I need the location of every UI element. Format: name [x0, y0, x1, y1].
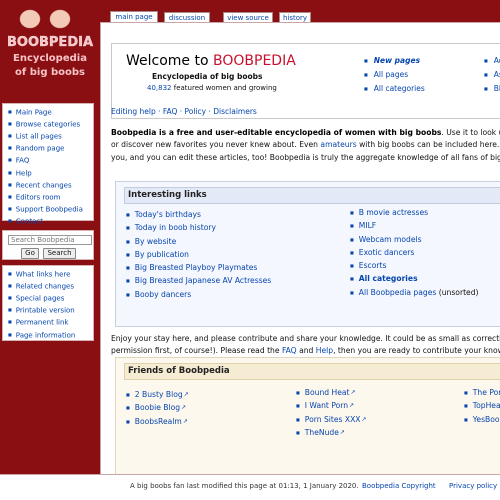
link-by-publication[interactable]: By publication	[126, 249, 271, 262]
tool-what-links-here[interactable]: What links here	[8, 269, 93, 281]
link-milf[interactable]: MILF	[350, 220, 479, 233]
site-logo[interactable]: BOOBPEDIA Encyclopedia of big boobs	[0, 6, 100, 86]
link-playboy-playmates[interactable]: Big Breasted Playboy Playmates	[126, 262, 271, 275]
search-button[interactable]: Search	[43, 248, 76, 259]
help-link[interactable]: Help	[316, 346, 333, 355]
link-thenude[interactable]: TheNude	[296, 427, 367, 440]
link-2-busty-blog[interactable]: 2 Busty Blog	[126, 389, 189, 402]
logo-line3: of big boobs	[15, 67, 85, 78]
intro-bold: Boobpedia is a free and user-editable en…	[111, 128, 442, 137]
page-footer: A big boobs fan last modified this page …	[0, 474, 500, 500]
tool-permanent-link[interactable]: Permanent link	[8, 317, 93, 329]
link-boobsrealm[interactable]: BoobsRealm	[126, 416, 189, 429]
faq-link[interactable]: FAQ	[282, 346, 297, 355]
intro-paragraph: Boobpedia is a free and user-editable en…	[111, 128, 500, 162]
link-new-pages[interactable]: New pages	[364, 56, 420, 65]
link-the-por[interactable]: The Por	[464, 387, 500, 400]
link-bbw[interactable]: BBW	[484, 84, 500, 93]
link-by-website[interactable]: By website	[126, 236, 271, 249]
link-porn-sites-xxx[interactable]: Porn Sites XXX	[296, 414, 367, 427]
logo-line1: BOOBPEDIA	[7, 35, 93, 50]
sidebar-item-editors-room[interactable]: Editors room	[8, 192, 93, 204]
copyright-link[interactable]: Boobpedia Copyright	[362, 482, 436, 490]
last-modified: A big boobs fan last modified this page …	[130, 482, 359, 490]
link-japanese-av[interactable]: Big Breasted Japanese AV Actresses	[126, 275, 271, 288]
interesting-links-title: Interesting links	[124, 187, 500, 204]
sidebar-item-main-page[interactable]: Main Page	[8, 107, 93, 119]
sidebar-item-help[interactable]: Help	[8, 168, 93, 180]
link-all-categories[interactable]: All categories	[364, 84, 425, 93]
welcome-subtitle: Encyclopedia of big boobs	[152, 72, 263, 81]
contribute-paragraph: Enjoy your stay here, and please contrib…	[111, 334, 500, 356]
sidebar-item-browse-categories[interactable]: Browse categories	[8, 119, 93, 131]
go-button[interactable]: Go	[21, 248, 39, 259]
interesting-links-box: Interesting links Today's birthdays Toda…	[115, 181, 500, 327]
link-booby-dancers[interactable]: Booby dancers	[126, 289, 271, 302]
sidebar-item-random-page[interactable]: Random page	[8, 143, 93, 155]
sidebar-item-recent-changes[interactable]: Recent changes	[8, 180, 93, 192]
link-webcam-models[interactable]: Webcam models	[350, 234, 479, 247]
link-all-pages[interactable]: All pages	[364, 70, 408, 79]
article-count-number[interactable]: 40,832	[147, 84, 172, 92]
welcome-title: Welcome to BOOBPEDIA	[126, 53, 296, 69]
privacy-link[interactable]: Privacy policy	[449, 482, 497, 490]
link-boobie-blog[interactable]: Boobie Blog	[126, 402, 189, 415]
friends-title: Friends of Boobpedia	[124, 363, 500, 380]
link-topheav[interactable]: TopHeav	[464, 400, 500, 413]
sidebar-item-faq[interactable]: FAQ	[8, 155, 93, 167]
help-links[interactable]: Editing help · FAQ · Policy · Disclaimer…	[111, 107, 257, 116]
link-todays-birthdays[interactable]: Today's birthdays	[126, 209, 271, 222]
link-escorts[interactable]: Escorts	[350, 260, 479, 273]
link-b-movie-actresses[interactable]: B movie actresses	[350, 207, 479, 220]
link-bound-heat[interactable]: Bound Heat	[296, 387, 367, 400]
main-content: Welcome to BOOBPEDIA Encyclopedia of big…	[100, 22, 500, 492]
logo-graphic: BOOBPEDIA Encyclopedia of big boobs	[7, 9, 93, 78]
link-exotic-dancers[interactable]: Exotic dancers	[350, 247, 479, 260]
tool-related-changes[interactable]: Related changes	[8, 281, 93, 293]
sidebar-item-support[interactable]: Support Boobpedia	[8, 204, 93, 216]
link-today-in-boob-history[interactable]: Today in boob history	[126, 222, 271, 235]
sidebar-navigation: Main Page Browse categories List all pag…	[2, 103, 94, 226]
sidebar-item-contact[interactable]: Contact	[8, 216, 93, 228]
link-asian[interactable]: Asia	[484, 70, 500, 79]
link-all-categories-2[interactable]: All categories	[350, 273, 479, 286]
sidebar-item-list-all-pages[interactable]: List all pages	[8, 131, 93, 143]
link-all-boobpedia-pages[interactable]: All Boobpedia pages (unsorted)	[350, 287, 479, 300]
tool-page-information[interactable]: Page information	[8, 330, 93, 342]
friends-box: Friends of Boobpedia 2 Busty Blog Boobie…	[115, 357, 500, 487]
search-input[interactable]: Search Boobpedia	[8, 235, 92, 245]
article-count: 40,832 featured women and growing	[147, 84, 277, 92]
sidebar-toolbox: What links here Related changes Special …	[2, 265, 94, 341]
tool-special-pages[interactable]: Special pages	[8, 293, 93, 305]
link-adult[interactable]: Adul	[484, 56, 500, 65]
amateurs-link[interactable]: amateurs	[320, 140, 356, 149]
search-panel: Search Boobpedia Go Search	[2, 230, 94, 260]
tool-printable-version[interactable]: Printable version	[8, 305, 93, 317]
link-i-want-porn[interactable]: I Want Porn	[296, 400, 367, 413]
link-yesboob[interactable]: YesBoob	[464, 414, 500, 427]
logo-line2: Encyclopedia	[13, 53, 87, 64]
welcome-brand: BOOBPEDIA	[213, 53, 296, 69]
